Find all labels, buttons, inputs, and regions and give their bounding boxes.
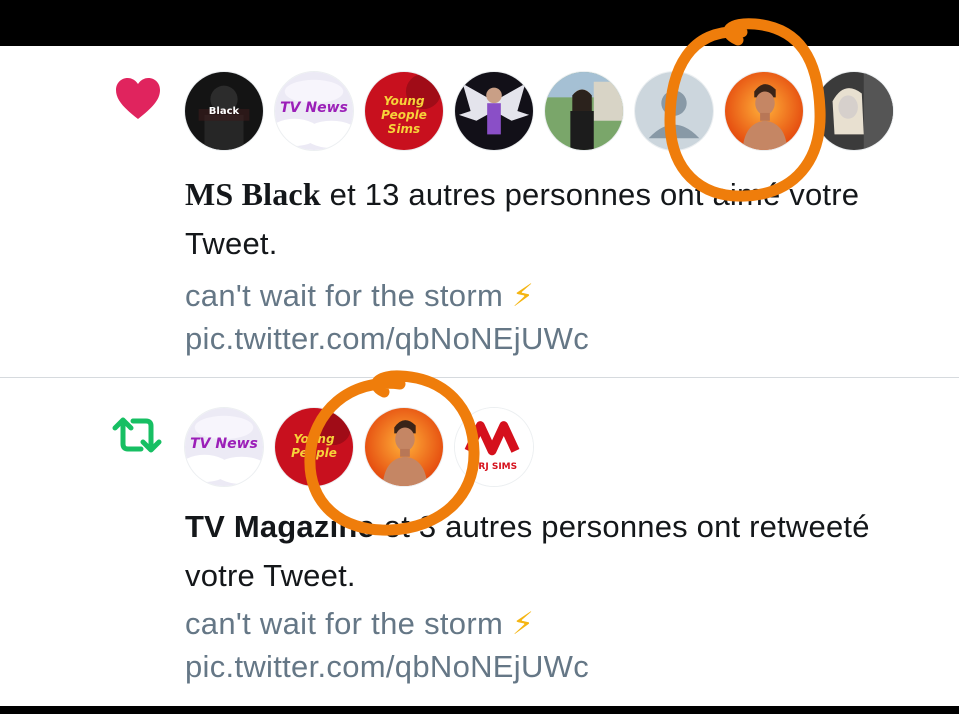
avatar-nrj-sims[interactable]: NRJ SIMS <box>454 407 534 487</box>
avatar-tv-magazine-label: TV News <box>190 436 258 452</box>
tweet-link[interactable]: pic.twitter.com/qbNoNEjUWc <box>185 321 589 356</box>
avatar-ms-black-label: Black <box>208 106 240 117</box>
retweet-summary: TV Magazine et 3 autres personnes ont re… <box>185 502 885 600</box>
avatar-young-people-sims[interactable]: Young People <box>274 407 354 487</box>
avatar-orange-man[interactable] <box>364 407 444 487</box>
avatar-tv-magazine[interactable]: TV News <box>184 407 264 487</box>
tweet-text: can't wait for the storm <box>185 606 504 641</box>
tweet-preview[interactable]: can't wait for the storm ⚡ pic.twitter.c… <box>185 274 885 360</box>
lightning-emoji: ⚡ <box>511 606 535 641</box>
top-black-bar <box>0 0 959 46</box>
retweet-icon <box>112 417 162 453</box>
avatar-nrj-sims-label: NRJ SIMS <box>470 462 518 472</box>
lightning-emoji: ⚡ <box>511 278 535 313</box>
avatar-default-profile[interactable] <box>634 71 714 151</box>
avatar-ms-black[interactable]: Black <box>184 71 264 151</box>
avatar-orange-man[interactable] <box>724 71 804 151</box>
avatar-angel[interactable] <box>454 71 534 151</box>
tweet-link[interactable]: pic.twitter.com/qbNoNEjUWc <box>185 649 589 684</box>
liker-avatars: Black TV News Young People Sims <box>184 71 894 151</box>
like-notification[interactable]: Black TV News Young People Sims MS Black… <box>0 46 959 377</box>
avatar-sims-girl[interactable] <box>544 71 624 151</box>
bottom-black-bar <box>0 706 959 714</box>
tweet-text: can't wait for the storm <box>185 278 504 313</box>
actor-name[interactable]: TV Magazine <box>185 509 375 544</box>
avatar-tv-magazine[interactable]: TV News <box>274 71 354 151</box>
like-summary: MS Black et 13 autres personnes ont aimé… <box>185 170 885 268</box>
tweet-preview[interactable]: can't wait for the storm ⚡ pic.twitter.c… <box>185 602 885 688</box>
retweet-notification[interactable]: TV News Young People NRJ SIMS TV Magazin… <box>0 378 959 706</box>
avatar-young-people-sims-label: Young People Sims <box>381 94 427 136</box>
heart-icon <box>116 78 160 119</box>
avatar-young-people-sims-label: Young People <box>291 432 337 460</box>
avatar-tv-magazine-label: TV News <box>280 100 348 116</box>
avatar-blonde[interactable] <box>814 71 894 151</box>
retweeter-avatars: TV News Young People NRJ SIMS <box>184 407 534 487</box>
actor-name[interactable]: MS Black <box>185 176 321 212</box>
avatar-young-people-sims[interactable]: Young People Sims <box>364 71 444 151</box>
